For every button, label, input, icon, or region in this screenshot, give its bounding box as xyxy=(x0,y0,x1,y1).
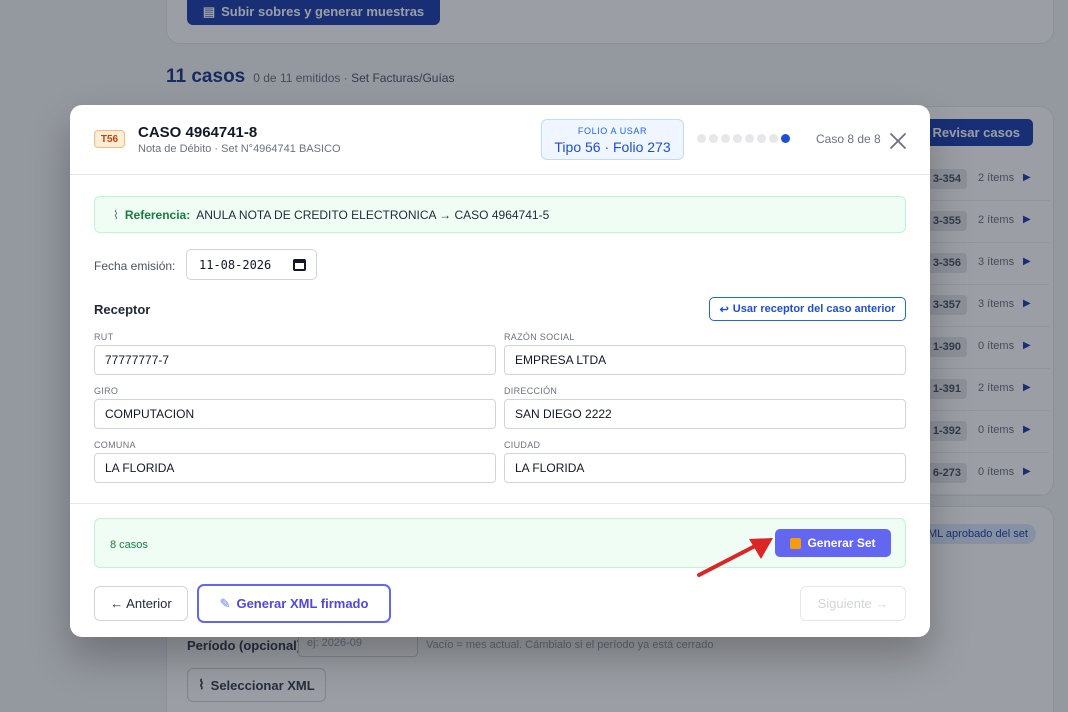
case-progress-dots xyxy=(697,134,790,143)
folio-box: FOLIO A USAR Tipo 56 · Folio 273 xyxy=(541,119,684,160)
close-icon[interactable] xyxy=(888,131,908,151)
return-arrow-icon: ↩ xyxy=(719,303,729,316)
case-subtitle: Nota de Débito · Set N°4964741 BASICO xyxy=(138,143,341,155)
progress-dot[interactable] xyxy=(733,134,742,143)
ciudad-label: CIUDAD xyxy=(504,440,541,450)
modal-divider xyxy=(70,503,930,504)
case-counter: Caso 8 de 8 xyxy=(816,132,881,146)
generate-set-button[interactable]: Generar Set xyxy=(775,529,891,557)
folio-value: Tipo 56 · Folio 273 xyxy=(554,139,671,155)
case-title: CASO 4964741-8 xyxy=(138,124,258,141)
receptor-title: Receptor xyxy=(94,302,151,317)
direccion-input[interactable]: SAN DIEGO 2222 xyxy=(504,399,906,429)
progress-dot[interactable] xyxy=(697,134,706,143)
modal-header: T56 CASO 4964741-8 Nota de Débito · Set … xyxy=(70,105,930,175)
giro-input[interactable]: COMPUTACION xyxy=(94,399,496,429)
issue-date-input[interactable]: 11-08-2026 xyxy=(186,249,317,280)
case-modal: T56 CASO 4964741-8 Nota de Débito · Set … xyxy=(70,105,930,637)
progress-dot[interactable] xyxy=(721,134,730,143)
set-case-count: 8 casos xyxy=(110,539,148,551)
direccion-label: DIRECCIÓN xyxy=(504,386,558,396)
previous-button[interactable]: ← Anterior xyxy=(94,586,188,621)
comuna-input[interactable]: LA FLORIDA xyxy=(94,453,496,483)
progress-dot[interactable] xyxy=(781,134,790,143)
razon-social-input[interactable]: EMPRESA LTDA xyxy=(504,345,906,375)
use-previous-receptor-button[interactable]: ↩ Usar receptor del caso anterior xyxy=(709,297,906,321)
rut-input[interactable]: 77777777-7 xyxy=(94,345,496,375)
rut-label: RUT xyxy=(94,332,114,342)
folio-label: FOLIO A USAR xyxy=(577,126,648,136)
giro-label: GIRO xyxy=(94,386,119,396)
annotation-arrow-icon xyxy=(697,538,773,577)
calendar-icon[interactable] xyxy=(293,259,306,271)
ciudad-input[interactable]: LA FLORIDA xyxy=(504,453,906,483)
progress-dot[interactable] xyxy=(757,134,766,143)
progress-dot[interactable] xyxy=(709,134,718,143)
reference-label: Referencia: xyxy=(124,207,191,222)
paperclip-icon: ⌇ xyxy=(113,207,119,222)
reference-box: ⌇ Referencia: ANULA NOTA DE CREDITO ELEC… xyxy=(94,196,906,233)
pen-icon: ✎ xyxy=(219,595,231,611)
progress-dot[interactable] xyxy=(769,134,778,143)
comuna-label: COMUNA xyxy=(94,440,136,450)
reference-text: ANULA NOTA DE CREDITO ELECTRONICA → CASO… xyxy=(196,207,550,222)
document-type-badge: T56 xyxy=(94,130,125,148)
razon-social-label: RAZÓN SOCIAL xyxy=(504,332,575,342)
issue-date-label: Fecha emisión: xyxy=(94,259,176,273)
generate-signed-xml-button[interactable]: ✎ Generar XML firmado xyxy=(197,584,391,623)
progress-dot[interactable] xyxy=(745,134,754,143)
next-button[interactable]: Siguiente → xyxy=(800,586,906,621)
package-icon xyxy=(790,537,802,549)
